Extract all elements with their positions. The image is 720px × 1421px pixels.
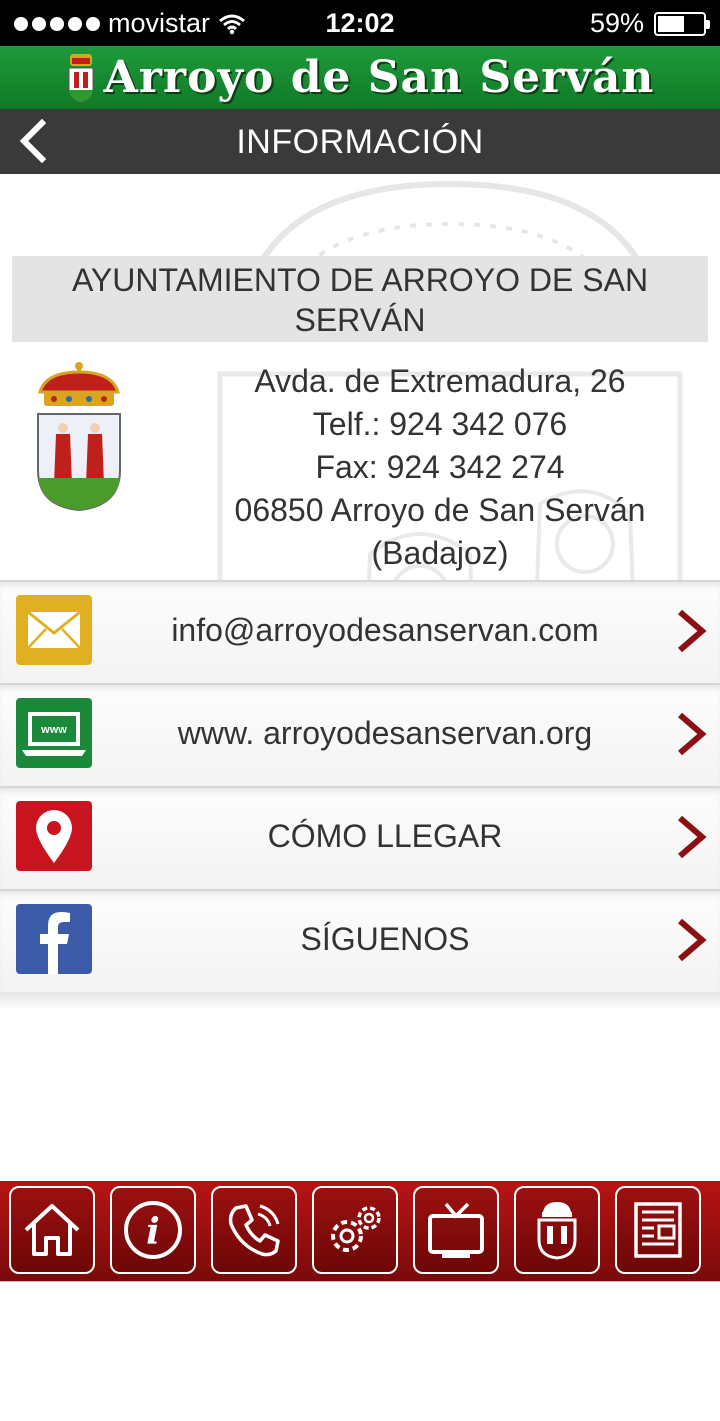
tv-icon [428, 1202, 484, 1258]
tab-settings[interactable] [312, 1186, 398, 1274]
main-content: AYUNTAMIENTO DE ARROYO DE SAN SERVÁN Avd… [0, 174, 720, 1181]
navigation-bar: INFORMACIÓN [0, 109, 720, 174]
mail-icon [16, 595, 92, 665]
carrier-name: movistar [108, 8, 211, 38]
bottom-tab-bar: i [0, 1181, 720, 1281]
fax-line: Fax: 924 342 274 [315, 449, 565, 485]
postal-line: 06850 Arroyo de San Serván [234, 492, 646, 528]
page-title: INFORMACIÓN [236, 123, 484, 161]
tab-news[interactable] [615, 1186, 701, 1274]
brand-header: Arroyo de San Serván [0, 46, 720, 109]
email-label: info@arroyodesanservan.com [171, 612, 599, 648]
battery-status: 59% [589, 8, 710, 39]
bottom-blank-area [0, 1281, 720, 1421]
chevron-right-icon [678, 918, 707, 962]
follow-us-label: SÍGUENOS [300, 921, 470, 957]
settings-icon [331, 1206, 381, 1252]
tab-tv[interactable] [413, 1186, 499, 1274]
app-title: Arroyo de San Serván [103, 52, 655, 103]
tab-crest[interactable] [514, 1186, 600, 1274]
chevron-right-icon [678, 815, 707, 859]
info-icon: i [124, 1201, 182, 1259]
home-icon [24, 1204, 80, 1256]
crest-icon [537, 1202, 577, 1260]
tab-home[interactable] [9, 1186, 95, 1274]
svg-text:www: www [40, 724, 67, 736]
directions-link[interactable]: CÓMO LLEGAR [0, 786, 720, 889]
province-line: (Badajoz) [371, 535, 509, 571]
follow-us-link[interactable]: SÍGUENOS [0, 889, 720, 992]
contact-address: Avda. de Extremadura, 26 Telf.: 924 342 … [180, 360, 700, 575]
web-icon: www [16, 698, 92, 768]
chevron-right-icon [678, 712, 707, 756]
contact-links-list: info@arroyodesanservan.com www www. arro… [0, 580, 720, 1010]
wifi-icon [219, 14, 245, 34]
email-link[interactable]: info@arroyodesanservan.com [0, 580, 720, 683]
institution-heading: AYUNTAMIENTO DE ARROYO DE SAN SERVÁN [12, 256, 708, 342]
address-line: Avda. de Extremadura, 26 [254, 363, 626, 399]
facebook-icon [16, 904, 92, 974]
svg-text:i: i [146, 1211, 160, 1253]
website-label: www. arroyodesanservan.org [177, 715, 593, 751]
directions-label: CÓMO LLEGAR [267, 818, 503, 854]
list-shadow [0, 992, 720, 1010]
carrier-info: movistar [14, 8, 246, 39]
battery-percent: 59% [589, 8, 644, 38]
phone-line: Telf.: 924 342 076 [312, 406, 568, 442]
map-pin-icon [16, 801, 92, 871]
tab-phone[interactable] [211, 1186, 297, 1274]
signal-icon [14, 16, 100, 31]
chevron-right-icon [678, 609, 707, 653]
website-link[interactable]: www www. arroyodesanservan.org [0, 683, 720, 786]
town-crest-image [37, 362, 121, 512]
phone-icon [228, 1204, 280, 1257]
news-icon [634, 1202, 682, 1258]
town-crest-icon [68, 53, 94, 103]
battery-icon [654, 11, 710, 36]
status-bar: movistar 12:02 59% [0, 0, 720, 46]
tab-info[interactable]: i [110, 1186, 196, 1274]
